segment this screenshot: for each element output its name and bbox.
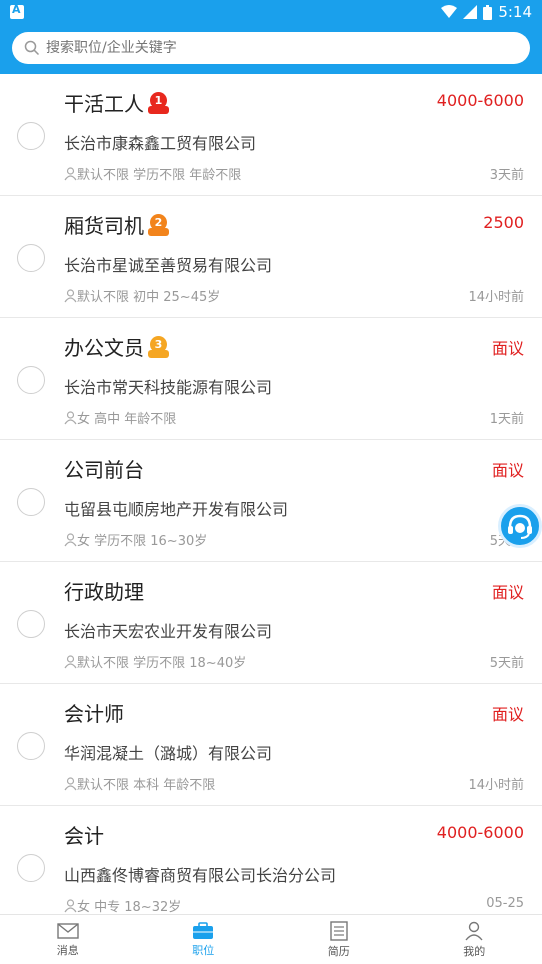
wifi-icon [441,5,458,18]
person-icon [64,288,77,302]
battery-icon [483,4,493,20]
job-title: 办公文员 [64,336,144,360]
job-item[interactable]: 办公文员 3 面议 长治市常天科技能源有限公司 女 高中 年龄不限 1天前 [0,318,542,440]
salary: 面议 [491,705,524,724]
requirements: 女 高中 年龄不限 [77,412,177,427]
requirements: 默认不限 本科 年龄不限 [77,778,216,793]
posted-time: 3天前 [489,168,524,183]
clock: 5:14 [498,3,532,21]
tab-label: 职位 [192,943,215,957]
job-item[interactable]: 会计师 面议 华润混凝土（潞城）有限公司 默认不限 本科 年龄不限 14小时前 [0,684,542,806]
job-item[interactable]: 公司前台 面议 屯留县屯顺房地产开发有限公司 女 学历不限 16~30岁 5天前 [0,440,542,562]
job-item[interactable]: 行政助理 面议 长治市天宏农业开发有限公司 默认不限 学历不限 18~40岁 5… [0,562,542,684]
tab-messages[interactable]: 消息 [0,915,136,964]
select-radio[interactable] [17,488,45,516]
select-radio[interactable] [17,854,45,882]
person-icon [64,776,77,790]
job-item[interactable]: 干活工人 1 4000-6000 长治市康森鑫工贸有限公司 默认不限 学历不限 … [0,74,542,196]
select-radio[interactable] [17,366,45,394]
tab-profile[interactable]: 我的 [407,915,542,964]
bottom-tab-bar: 消息 职位 简历 我的 [0,914,542,964]
job-title: 会计师 [64,702,124,726]
tab-label: 我的 [463,944,486,958]
tab-label: 消息 [56,943,79,957]
person-icon [64,532,77,546]
salary: 面议 [491,583,524,602]
rank-medal-icon: 2 [148,213,169,236]
requirements: 女 学历不限 16~30岁 [77,534,208,549]
resume-icon [330,920,348,941]
person-icon [64,898,77,912]
status-bar: 5:14 [0,0,542,24]
select-radio[interactable] [17,122,45,150]
posted-time: 1天前 [489,412,524,427]
job-title: 会计 [64,824,104,848]
salary: 2500 [483,213,524,232]
search-icon [24,40,40,56]
customer-service-button[interactable] [498,504,542,548]
person-icon [465,921,483,940]
job-title: 厢货司机 [64,214,144,238]
posted-time: 14小时前 [468,290,524,305]
person-icon [64,654,77,668]
company-name: 华润混凝土（潞城）有限公司 [64,744,273,763]
posted-time: 14小时前 [468,778,524,793]
search-input[interactable] [46,40,506,56]
search-bar[interactable] [12,32,530,64]
job-title: 干活工人 [64,92,144,116]
company-name: 山西鑫佟博睿商贸有限公司长治分公司 [64,866,337,885]
headset-icon [508,514,532,539]
job-title: 行政助理 [64,580,144,604]
notification-icon [10,3,24,19]
rank-medal-icon: 3 [148,335,169,358]
posted-time: 05-25 [486,896,524,911]
job-title: 公司前台 [64,458,144,482]
briefcase-icon [193,921,214,939]
salary: 面议 [491,339,524,358]
requirements: 默认不限 学历不限 年龄不限 [77,168,242,183]
posted-time: 5天前 [489,656,524,671]
tab-jobs[interactable]: 职位 [136,915,272,964]
select-radio[interactable] [17,244,45,272]
salary: 4000-6000 [436,91,524,110]
requirements: 默认不限 初中 25~45岁 [77,290,221,305]
company-name: 长治市星诚至善贸易有限公司 [64,256,273,275]
mail-icon [57,922,79,939]
company-name: 长治市常天科技能源有限公司 [64,378,273,397]
salary: 4000-6000 [436,823,524,842]
tab-label: 简历 [327,944,350,958]
header [0,24,542,74]
person-icon [64,166,77,180]
job-list[interactable]: 干活工人 1 4000-6000 长治市康森鑫工贸有限公司 默认不限 学历不限 … [0,74,542,914]
signal-icon [463,5,478,19]
requirements: 默认不限 学历不限 18~40岁 [77,656,247,671]
job-item[interactable]: 厢货司机 2 2500 长治市星诚至善贸易有限公司 默认不限 初中 25~45岁… [0,196,542,318]
rank-medal-icon: 1 [148,91,169,114]
tab-resume[interactable]: 简历 [271,915,407,964]
select-radio[interactable] [17,610,45,638]
company-name: 长治市天宏农业开发有限公司 [64,622,273,641]
salary: 面议 [491,461,524,480]
company-name: 屯留县屯顺房地产开发有限公司 [64,500,289,519]
select-radio[interactable] [17,732,45,760]
company-name: 长治市康森鑫工贸有限公司 [64,134,257,153]
requirements: 女 中专 18~32岁 [77,900,182,914]
person-icon [64,410,77,424]
job-item[interactable]: 会计 4000-6000 山西鑫佟博睿商贸有限公司长治分公司 女 中专 18~3… [0,806,542,914]
